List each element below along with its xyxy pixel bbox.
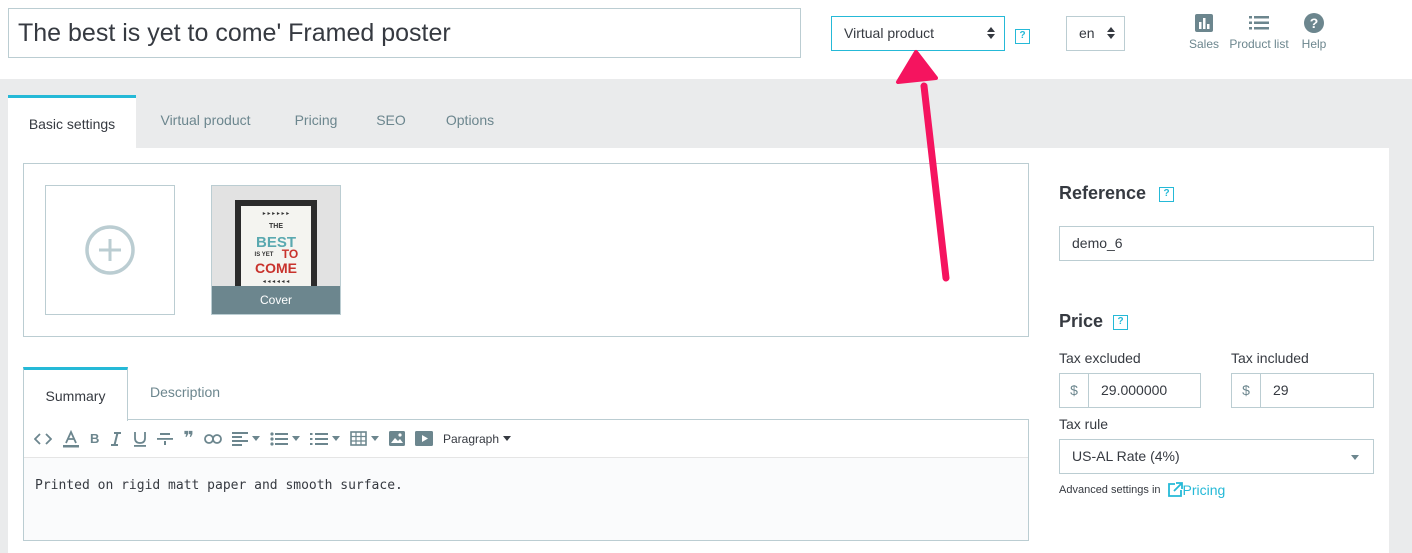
tax-excluded-input[interactable]: 29.000000	[1088, 373, 1201, 408]
sales-link[interactable]: Sales	[1186, 12, 1222, 51]
svg-text:▸ ▸ ▸ ▸ ▸ ▸: ▸ ▸ ▸ ▸ ▸ ▸	[263, 211, 289, 217]
currency-addon: $	[1231, 373, 1260, 408]
tax-rule-label: Tax rule	[1059, 416, 1109, 432]
select-arrows-icon	[987, 25, 995, 41]
chevron-down-icon	[1351, 455, 1359, 460]
tab-options[interactable]: Options	[428, 95, 512, 148]
tab-virtual-product[interactable]: Virtual product	[143, 95, 268, 148]
bold-icon[interactable]: B	[90, 429, 99, 449]
media-icon[interactable]	[414, 429, 433, 449]
svg-text:◂ ◂ ◂ ◂ ◂ ◂: ◂ ◂ ◂ ◂ ◂ ◂	[263, 279, 289, 285]
code-view-icon[interactable]	[34, 429, 52, 449]
bullet-list-icon	[270, 431, 288, 446]
poster-line-come: COME	[255, 260, 297, 276]
header: The best is yet to come' Framed poster V…	[0, 0, 1412, 79]
add-image-button[interactable]	[45, 185, 175, 315]
product-type-value: Virtual product	[844, 25, 935, 41]
tab-summary[interactable]: Summary	[23, 367, 128, 421]
link-icon[interactable]	[204, 429, 222, 449]
reference-title: Reference	[1059, 183, 1147, 203]
tax-excluded-label: Tax excluded	[1059, 350, 1141, 366]
tax-included-label: Tax included	[1231, 350, 1309, 366]
cover-label: Cover	[212, 286, 340, 314]
image-icon[interactable]	[388, 429, 405, 449]
plus-circle-icon	[85, 225, 135, 275]
currency-addon: $	[1059, 373, 1088, 408]
product-image-thumbnail[interactable]: ▸ ▸ ▸ ▸ ▸ ▸ THE BEST IS YET TO COME ◂ ◂ …	[211, 185, 341, 315]
reference-help-icon[interactable]: ?	[1159, 187, 1174, 202]
table-icon	[350, 431, 367, 446]
tab-pricing[interactable]: Pricing	[278, 95, 354, 148]
tab-seo[interactable]: SEO	[366, 95, 416, 148]
blockquote-icon[interactable]: ❞	[183, 428, 194, 449]
underline-icon[interactable]	[133, 429, 147, 449]
align-left-icon	[231, 431, 248, 446]
reference-input[interactable]: demo_6	[1059, 226, 1374, 261]
poster-line-the: THE	[269, 223, 283, 230]
paragraph-format-dropdown[interactable]: Paragraph	[442, 429, 512, 449]
advanced-settings-text: Advanced settings in	[1059, 484, 1161, 496]
language-select[interactable]: en	[1066, 16, 1125, 51]
svg-text:?: ?	[1310, 15, 1319, 31]
bar-chart-icon	[1186, 12, 1222, 34]
price-title: Price	[1059, 311, 1104, 331]
help-label: Help	[1301, 37, 1327, 51]
advanced-settings: Advanced settings in Pricing	[1059, 482, 1225, 498]
paragraph-label: Paragraph	[442, 431, 500, 446]
poster-image: ▸ ▸ ▸ ▸ ▸ ▸ THE BEST IS YET TO COME ◂ ◂ …	[212, 186, 340, 290]
product-type-select[interactable]: Virtual product	[831, 16, 1005, 51]
price-help-icon[interactable]: ?	[1113, 315, 1128, 330]
tax-rule-value: US-AL Rate (4%)	[1072, 448, 1180, 464]
select-arrows-icon	[1107, 25, 1115, 41]
poster-line-is-yet: IS YET	[255, 252, 274, 258]
italic-icon[interactable]	[109, 429, 123, 449]
help-link[interactable]: ? Help	[1298, 12, 1330, 51]
help-circle-icon: ?	[1298, 12, 1330, 34]
text-color-icon[interactable]	[62, 429, 80, 449]
list-icon	[1226, 12, 1292, 34]
sales-label: Sales	[1188, 37, 1220, 51]
pricing-link-label: Pricing	[1182, 482, 1226, 498]
poster-line-to: TO	[282, 247, 298, 261]
strikethrough-icon[interactable]	[157, 429, 174, 449]
numbered-list-dropdown[interactable]	[309, 429, 340, 449]
tax-included-input[interactable]: 29	[1260, 373, 1374, 408]
language-value: en	[1079, 25, 1095, 41]
product-name-input[interactable]: The best is yet to come' Framed poster	[8, 8, 801, 58]
pricing-link[interactable]: Pricing	[1167, 482, 1226, 498]
summary-content[interactable]: Printed on rigid matt paper and smooth s…	[24, 458, 1028, 540]
external-link-icon	[1167, 482, 1183, 497]
numbered-list-icon	[309, 432, 328, 445]
product-list-link[interactable]: Product list	[1226, 12, 1292, 51]
editor-toolbar: B ❞ Paragraph	[24, 420, 1028, 458]
tax-rule-select[interactable]: US-AL Rate (4%)	[1059, 439, 1374, 474]
align-dropdown[interactable]	[231, 429, 260, 449]
summary-editor: B ❞ Paragraph Printed on rigid matt pape…	[23, 419, 1029, 541]
tab-description[interactable]: Description	[135, 367, 235, 420]
bullet-list-dropdown[interactable]	[270, 429, 300, 449]
product-type-help-icon[interactable]: ?	[1015, 29, 1030, 44]
table-dropdown[interactable]	[350, 429, 379, 449]
tab-basic-settings[interactable]: Basic settings	[8, 95, 136, 148]
product-list-label: Product list	[1229, 37, 1289, 51]
